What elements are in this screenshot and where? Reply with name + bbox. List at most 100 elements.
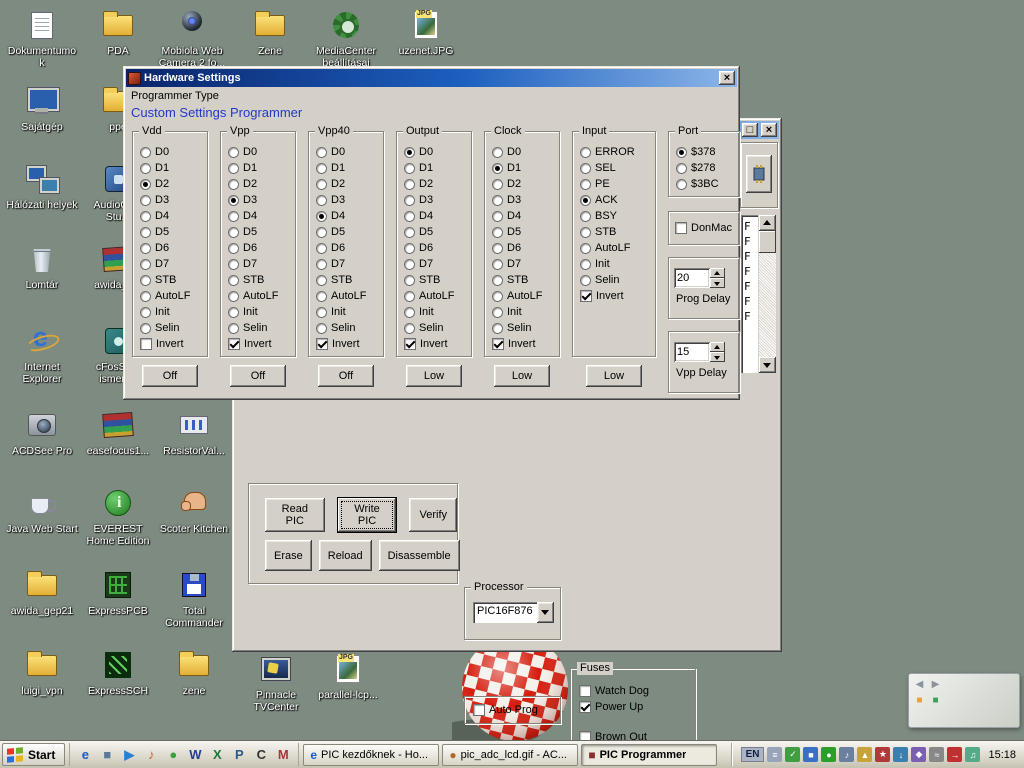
pin-radio-option[interactable]: STB bbox=[316, 272, 380, 288]
dialog-close-button[interactable]: × bbox=[719, 71, 735, 85]
invert-checkbox-option[interactable]: Invert bbox=[228, 336, 292, 352]
pin-radio-option[interactable]: D5 bbox=[228, 224, 292, 240]
vertical-scrollbar[interactable] bbox=[759, 215, 776, 373]
pin-radio-option[interactable]: BSY bbox=[580, 208, 652, 224]
fuse-checkbox[interactable]: Power Up bbox=[579, 699, 695, 715]
pin-radio-option[interactable]: D5 bbox=[492, 224, 556, 240]
desktop-icon[interactable]: parallel-lcp... bbox=[312, 652, 384, 701]
pin-radio-option[interactable]: Selin bbox=[580, 272, 652, 288]
pin-radio-option[interactable]: Init bbox=[140, 304, 204, 320]
pin-radio-option[interactable]: D1 bbox=[316, 160, 380, 176]
widget-icon[interactable]: ■ bbox=[929, 694, 942, 707]
dialog-titlebar[interactable]: Hardware Settings × bbox=[126, 69, 737, 87]
quick-launch-icon[interactable]: ♪ bbox=[141, 745, 161, 765]
tray-icon[interactable]: ✓ bbox=[785, 747, 801, 762]
desktop-icon[interactable]: Sajátgép bbox=[6, 84, 78, 133]
widget-icon[interactable]: ▶ bbox=[929, 678, 942, 691]
quick-launch-icon[interactable]: W bbox=[185, 745, 205, 765]
desktop-icon[interactable]: ACDSee Pro bbox=[6, 408, 78, 457]
tray-icon[interactable]: ♪ bbox=[839, 747, 855, 762]
pin-radio-option[interactable]: SEL bbox=[580, 160, 652, 176]
combo-dropdown-button[interactable] bbox=[537, 602, 554, 623]
pin-radio-option[interactable]: PE bbox=[580, 176, 652, 192]
pin-radio-option[interactable]: D2 bbox=[492, 176, 556, 192]
pin-radio-option[interactable]: D1 bbox=[404, 160, 468, 176]
action-button[interactable]: Verify bbox=[409, 498, 457, 532]
pin-radio-option[interactable]: D6 bbox=[140, 240, 204, 256]
desktop-icon[interactable]: easefocus1... bbox=[82, 408, 154, 457]
tray-icon[interactable]: ◆ bbox=[911, 747, 927, 762]
pin-radio-option[interactable]: D6 bbox=[228, 240, 292, 256]
fuse-checkbox[interactable]: Watch Dog bbox=[579, 683, 695, 699]
pin-radio-option[interactable]: D1 bbox=[140, 160, 204, 176]
desktop-icon[interactable]: Dokumentumok bbox=[6, 8, 78, 69]
invert-checkbox-option[interactable]: Invert bbox=[580, 288, 652, 304]
pin-state-button[interactable]: Off bbox=[230, 365, 286, 387]
pin-radio-option[interactable]: STB bbox=[404, 272, 468, 288]
tray-icon[interactable]: ▲ bbox=[857, 747, 873, 762]
tray-icon[interactable]: ≈ bbox=[929, 747, 945, 762]
quick-launch-icon[interactable]: ▶ bbox=[119, 745, 139, 765]
pin-radio-option[interactable]: D6 bbox=[404, 240, 468, 256]
pin-radio-option[interactable]: D1 bbox=[492, 160, 556, 176]
action-button[interactable]: Write PIC bbox=[337, 498, 397, 532]
port-radio-option[interactable]: $378 bbox=[676, 144, 736, 160]
scroll-down-button[interactable] bbox=[759, 357, 776, 373]
maximize-button[interactable]: □ bbox=[742, 123, 758, 137]
desktop-icon[interactable]: Lomtár bbox=[6, 242, 78, 291]
pin-radio-option[interactable]: AutoLF bbox=[316, 288, 380, 304]
spin-down-button[interactable] bbox=[710, 278, 725, 288]
desktop-icon[interactable]: ResistorVal... bbox=[158, 408, 230, 457]
spin-up-button[interactable] bbox=[710, 268, 725, 278]
scrollbar-thumb[interactable] bbox=[759, 231, 776, 253]
quick-launch-icon[interactable]: ● bbox=[163, 745, 183, 765]
pin-radio-option[interactable]: D7 bbox=[316, 256, 380, 272]
desktop-icon[interactable]: MediaCenter beállításai bbox=[310, 8, 382, 69]
pin-radio-option[interactable]: AutoLF bbox=[580, 240, 652, 256]
donmac-checkbox[interactable]: DonMac bbox=[675, 220, 732, 236]
pin-radio-option[interactable]: D4 bbox=[492, 208, 556, 224]
pin-radio-option[interactable]: STB bbox=[580, 224, 652, 240]
desktop-icon[interactable]: Internet Explorer bbox=[6, 322, 78, 385]
prog-delay-input[interactable] bbox=[674, 268, 710, 288]
quick-launch-icon[interactable]: P bbox=[229, 745, 249, 765]
pin-radio-option[interactable]: D4 bbox=[140, 208, 204, 224]
pin-radio-option[interactable]: D5 bbox=[316, 224, 380, 240]
desktop-icon[interactable]: Zene bbox=[234, 8, 306, 57]
spin-up-button[interactable] bbox=[710, 342, 725, 352]
programmer-tool-button[interactable] bbox=[746, 155, 772, 193]
desktop-widget[interactable]: ◀ ▶ ■ ■ bbox=[908, 673, 1020, 728]
invert-checkbox-option[interactable]: Invert bbox=[492, 336, 556, 352]
pin-radio-option[interactable]: Selin bbox=[316, 320, 380, 336]
pin-radio-option[interactable]: D0 bbox=[492, 144, 556, 160]
desktop-icon[interactable]: Hálózati helyek bbox=[6, 162, 78, 211]
language-indicator[interactable]: EN bbox=[740, 747, 765, 762]
pin-radio-option[interactable]: Init bbox=[580, 256, 652, 272]
pin-radio-option[interactable]: Selin bbox=[492, 320, 556, 336]
scrollbar-track[interactable] bbox=[759, 253, 776, 357]
taskbar-task[interactable]: e PIC kezdőknek - Ho... bbox=[303, 743, 440, 766]
pin-radio-option[interactable]: D6 bbox=[316, 240, 380, 256]
pin-radio-option[interactable]: ERROR bbox=[580, 144, 652, 160]
auto-prog-checkbox[interactable]: Auto Prog bbox=[473, 702, 538, 718]
pin-radio-option[interactable]: D5 bbox=[140, 224, 204, 240]
start-button[interactable]: Start bbox=[2, 743, 66, 766]
invert-checkbox-option[interactable]: Invert bbox=[316, 336, 380, 352]
pin-radio-option[interactable]: STB bbox=[140, 272, 204, 288]
pin-radio-option[interactable]: D7 bbox=[492, 256, 556, 272]
pin-radio-option[interactable]: Selin bbox=[228, 320, 292, 336]
pin-radio-option[interactable]: D0 bbox=[228, 144, 292, 160]
taskbar-task[interactable]: ● pic_adc_lcd.gif - AC... bbox=[442, 743, 579, 766]
edit-button[interactable]: Erase bbox=[265, 540, 312, 571]
pin-radio-option[interactable]: STB bbox=[492, 272, 556, 288]
tray-icon[interactable]: ↓ bbox=[893, 747, 909, 762]
pin-radio-option[interactable]: D7 bbox=[140, 256, 204, 272]
pin-radio-option[interactable]: D0 bbox=[316, 144, 380, 160]
desktop-icon[interactable]: Total Commander bbox=[158, 568, 230, 629]
pin-state-button[interactable]: Low bbox=[586, 365, 642, 387]
pin-radio-option[interactable]: D2 bbox=[228, 176, 292, 192]
pin-radio-option[interactable]: D6 bbox=[492, 240, 556, 256]
spin-down-button[interactable] bbox=[710, 352, 725, 362]
desktop-icon[interactable]: Pinnacle TVCenter bbox=[240, 652, 312, 713]
pin-radio-option[interactable]: D4 bbox=[404, 208, 468, 224]
